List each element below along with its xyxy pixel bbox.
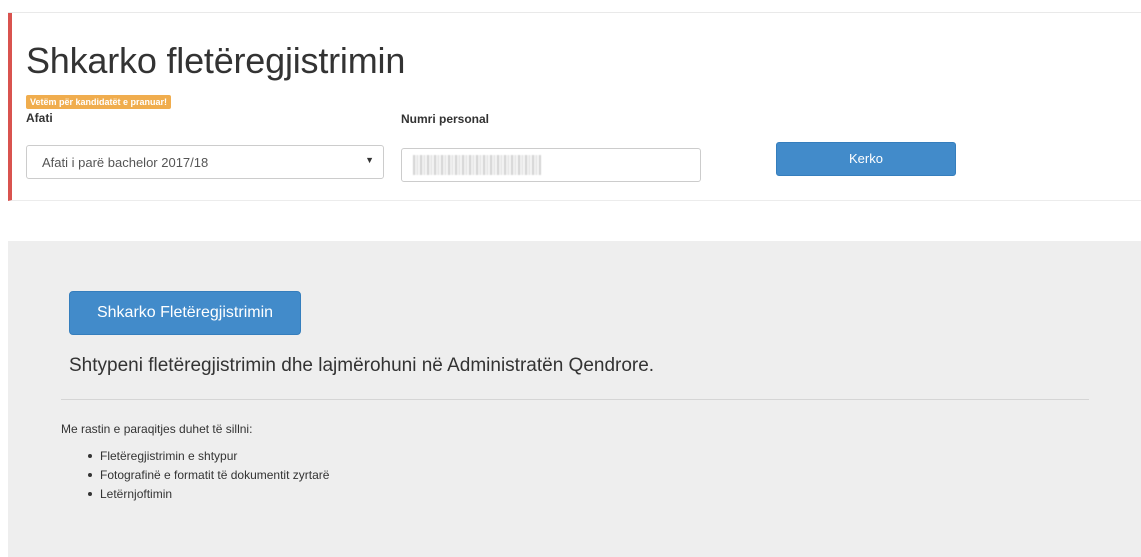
requirements-intro: Me rastin e paraqitjes duhet të sillni: bbox=[61, 422, 253, 436]
list-item: Fotografinë e formatit të dokumentit zyr… bbox=[61, 466, 329, 485]
personal-number-input[interactable] bbox=[401, 148, 701, 182]
result-panel: Shkarko Fletëregjistrimin Shtypeni fletë… bbox=[8, 241, 1141, 557]
list-item: Letërnjoftimin bbox=[61, 485, 329, 504]
term-label: Afati bbox=[26, 111, 53, 125]
term-select-value: Afati i parë bachelor 2017/18 bbox=[42, 155, 209, 170]
requirements-list: Fletëregjistrimin e shtypur Fotografinë … bbox=[61, 447, 329, 504]
instruction-text: Shtypeni fletëregjistrimin dhe lajmërohu… bbox=[69, 355, 655, 376]
page-title: Shkarko fletëregjistrimin bbox=[26, 40, 406, 81]
bullet-icon bbox=[88, 491, 92, 496]
list-item-text: Fotografinë e formatit të dokumentit zyr… bbox=[100, 468, 330, 482]
list-item-text: Letërnjoftimin bbox=[100, 487, 173, 501]
warning-badge: Vetëm për kandidatët e pranuar! bbox=[26, 95, 172, 109]
term-select[interactable]: Afati i parë bachelor 2017/18 ▼ bbox=[26, 145, 384, 179]
download-registration-button[interactable]: Shkarko Fletëregjistrimin bbox=[69, 291, 301, 335]
bullet-icon bbox=[88, 453, 92, 458]
list-item: Fletëregjistrimin e shtypur bbox=[61, 447, 329, 466]
section-divider bbox=[61, 399, 1089, 400]
personal-number-label: Numri personal bbox=[401, 112, 490, 126]
bullet-icon bbox=[88, 472, 92, 477]
redacted-value bbox=[413, 155, 541, 175]
search-button[interactable]: Kerko bbox=[776, 142, 956, 176]
list-item-text: Fletëregjistrimin e shtypur bbox=[100, 449, 238, 463]
chevron-down-icon: ▼ bbox=[365, 155, 374, 165]
